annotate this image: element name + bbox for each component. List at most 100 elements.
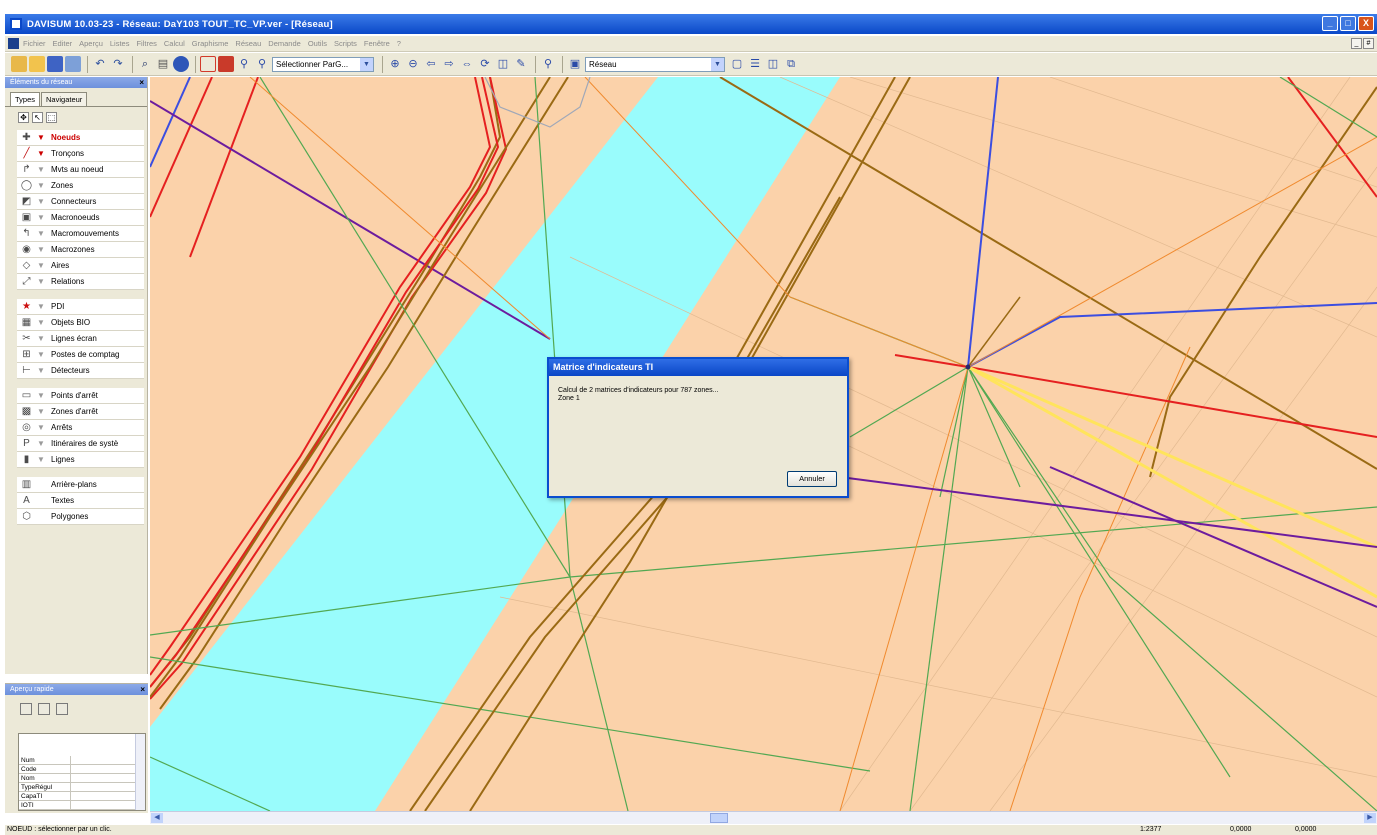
close-icon[interactable]: × [139,77,144,88]
redo-icon[interactable]: ↷ [110,56,126,72]
filter-icon[interactable]: ⚲ [540,56,556,72]
list-icon[interactable] [200,56,216,72]
type-item[interactable]: ▣ ▼ Macronoeuds [17,210,144,226]
vertical-scrollbar[interactable] [135,734,145,810]
network-link[interactable] [1049,466,1377,608]
view-combo[interactable]: Réseau ▼ [585,56,725,72]
filter-icon[interactable]: ▼ [37,334,46,343]
network-link[interactable] [909,366,969,811]
window-cascade-icon[interactable]: ▢ [729,56,745,72]
menu-demande[interactable]: Demande [268,39,301,48]
copy-icon[interactable] [38,703,50,715]
network-link[interactable] [967,302,1377,368]
type-item[interactable]: ◎ ▼ Arrêts [17,420,144,436]
filter-icon[interactable]: ▼ [37,261,46,270]
scrollbar-thumb[interactable] [710,813,728,823]
filter-icon[interactable]: ▼ [37,302,46,311]
close-button[interactable]: X [1358,16,1374,31]
type-item[interactable]: A Textes [17,493,144,509]
window-tile-horizontal-icon[interactable]: ☰ [747,56,763,72]
horizontal-scrollbar[interactable]: ◀ ▶ [150,811,1377,824]
filter-icon[interactable]: ▼ [37,149,46,158]
type-item[interactable]: ↱ ▼ Mvts au noeud [17,162,144,178]
network-node[interactable] [965,364,971,370]
filter-icon[interactable]: ▼ [37,229,46,238]
network-link[interactable] [967,77,999,368]
graphics-icon[interactable] [218,56,234,72]
network-link[interactable] [967,366,1377,811]
type-item[interactable]: ⬡ Polygones [17,509,144,525]
filter-icon[interactable]: ▼ [37,455,46,464]
selection-combo[interactable]: Sélectionner ParG... ▼ [272,56,374,72]
tab-types[interactable]: Types [10,92,41,106]
menu-calcul[interactable]: Calcul [164,39,185,48]
type-item[interactable]: ⊞ ▼ Postes de comptag [17,347,144,363]
maximize-button[interactable]: □ [1340,16,1356,31]
save-icon[interactable] [47,56,63,72]
refresh-icon[interactable]: ⟳ [477,56,493,72]
filter-icon[interactable]: ▼ [37,197,46,206]
type-item[interactable]: ↰ ▼ Macromouvements [17,226,144,242]
print-icon[interactable]: ▤ [155,56,171,72]
pointer-icon[interactable]: ↖ [32,112,43,123]
mdi-minimize-button[interactable]: _ [1351,38,1362,49]
mdi-restore-button[interactable]: # [1363,38,1374,49]
type-item[interactable]: ▩ ▼ Zones d'arrêt [17,404,144,420]
network-link[interactable] [967,296,1021,368]
menu-fichier[interactable]: Fichier [23,39,46,48]
select-box-icon[interactable]: ⬚ [46,112,57,123]
network-link[interactable] [849,366,969,438]
filter-icon[interactable]: ▼ [37,213,46,222]
menu-reseau[interactable]: Réseau [235,39,261,48]
network-link[interactable] [1009,346,1191,811]
menu-outils[interactable]: Outils [308,39,327,48]
filter-icon[interactable]: ▼ [37,245,46,254]
filter-icon[interactable]: ▼ [37,318,46,327]
menu-scripts[interactable]: Scripts [334,39,357,48]
binoculars-icon[interactable]: ⌕ [137,56,153,72]
type-item[interactable]: ◩ ▼ Connecteurs [17,194,144,210]
zoom-out-icon[interactable]: ⊖ [405,56,421,72]
undo-icon[interactable]: ↶ [92,56,108,72]
scroll-right-icon[interactable]: ▶ [1364,813,1376,823]
menu-apercu[interactable]: Aperçu [79,39,103,48]
chevron-down-icon[interactable]: ▼ [711,57,724,71]
info-icon[interactable] [173,56,189,72]
new-icon[interactable] [11,56,27,72]
window-arrange-icon[interactable]: ⧉ [783,56,799,72]
filter-icon[interactable]: ▼ [37,133,46,142]
type-item[interactable]: ▮ ▼ Lignes [17,452,144,468]
menu-editer[interactable]: Editer [53,39,73,48]
menu-help[interactable]: ? [397,39,401,48]
type-item[interactable]: ★ ▼ PDI [17,299,144,315]
zoom-window-icon[interactable]: ◫ [495,56,511,72]
paste-icon[interactable] [56,703,68,715]
filter-icon[interactable]: ▼ [37,277,46,286]
window-tile-vertical-icon[interactable]: ◫ [765,56,781,72]
back-icon[interactable]: ⇦ [423,56,439,72]
menu-filtres[interactable]: Filtres [136,39,156,48]
chevron-down-icon[interactable]: ▼ [360,57,373,71]
zoom-extent-icon[interactable]: ⇔ [459,56,475,72]
filter-icon[interactable]: ▼ [37,165,46,174]
cancel-button[interactable]: Annuler [787,471,837,487]
filter-link-icon[interactable]: ⚲ [254,56,270,72]
menu-graphisme[interactable]: Graphisme [192,39,229,48]
filter-icon[interactable]: ▼ [37,350,46,359]
type-item[interactable]: P ▼ Itinéraires de systè [17,436,144,452]
type-item[interactable]: ◇ ▼ Aires [17,258,144,274]
type-item[interactable]: ◯ ▼ Zones [17,178,144,194]
type-item[interactable]: ⊢ ▼ Détecteurs [17,363,144,379]
filter-icon[interactable]: ▼ [37,439,46,448]
menu-fenetre[interactable]: Fenêtre [364,39,390,48]
type-item[interactable]: ▦ ▼ Objets BIO [17,315,144,331]
type-item[interactable]: ▥ Arrière-plans [17,477,144,493]
scroll-left-icon[interactable]: ◀ [151,813,163,823]
filter-icon[interactable]: ▼ [37,407,46,416]
open-folder-icon[interactable] [29,56,45,72]
forward-icon[interactable]: ⇨ [441,56,457,72]
filter-icon[interactable]: ▼ [37,181,46,190]
filter-icon[interactable]: ▼ [37,391,46,400]
network-icon[interactable]: ▣ [567,56,583,72]
edit-graphics-icon[interactable]: ✎ [513,56,529,72]
